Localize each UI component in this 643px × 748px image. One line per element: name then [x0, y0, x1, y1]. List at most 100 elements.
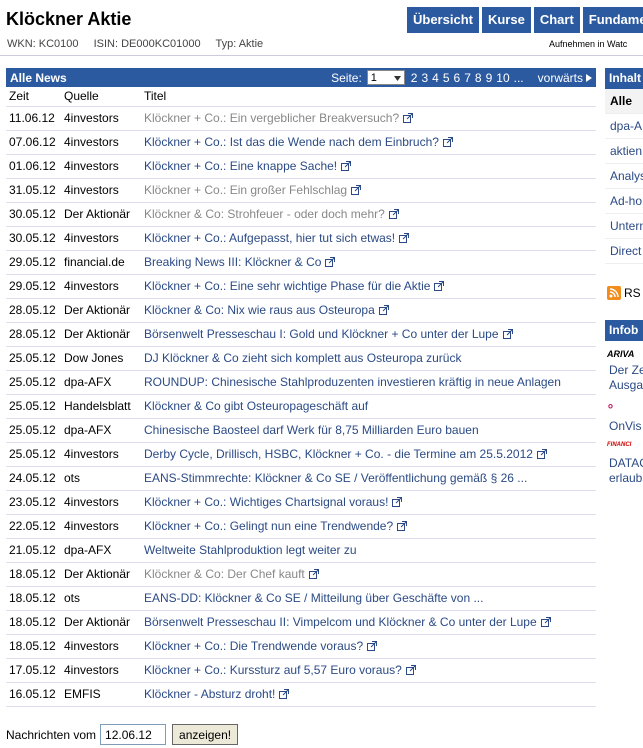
page-link[interactable]: 6: [454, 71, 461, 85]
news-row: 31.05.12 4investors Klöckner + Co.: Ein gr…: [6, 177, 596, 202]
add-to-watchlist-link[interactable]: Aufnehmen in Watc: [549, 39, 627, 49]
news-title-link[interactable]: Klöckner & Co: Der Chef kauft: [144, 567, 305, 581]
news-source: 4investors: [61, 633, 141, 658]
news-source: 4investors: [61, 489, 141, 514]
news-row: 11.06.12 4investors Klöckner + Co.: Ein ve…: [6, 105, 596, 130]
news-date: 25.05.12: [6, 369, 61, 394]
column-header-date: Zeit: [9, 89, 30, 104]
news-date: 30.05.12: [6, 201, 61, 226]
news-title-link[interactable]: Börsenwelt Presseschau I: Gold und Klöck…: [144, 327, 499, 341]
news-title-link[interactable]: DJ Klöckner & Co zieht sich komplett aus…: [144, 351, 461, 365]
infobox-text-1b[interactable]: Ausga: [605, 378, 643, 393]
date-filter-label: Nachrichten vom: [6, 727, 97, 742]
news-title-link[interactable]: EANS-DD: Klöckner & Co SE / Mitteilung ü…: [144, 591, 483, 605]
infobox-text-2[interactable]: OnVis: [605, 419, 643, 434]
page-link[interactable]: 5: [443, 71, 450, 85]
nav-quotes-button[interactable]: Kurse: [481, 7, 531, 33]
news-title-link[interactable]: Klöckner & Co gibt Osteuropageschäft auf: [144, 399, 368, 413]
rss-label: RS: [624, 286, 641, 300]
pager: Seite: 1 2 3 4 5 6 7 8 9 10... vorwärts: [331, 70, 592, 85]
sidebar-item-analysen[interactable]: Analys: [605, 164, 643, 189]
news-title-cell: Klöckner + Co.: Die Trendwende voraus?: [141, 633, 596, 658]
ariva-logo: ARIVA: [607, 349, 635, 359]
sidebar-item-directors[interactable]: Direct: [605, 239, 643, 264]
news-title-link[interactable]: Klöckner - Absturz droht!: [144, 687, 275, 701]
financial-logo: FINANCI: [607, 442, 632, 448]
news-title-link[interactable]: Chinesische Baosteel darf Werk für 8,75 …: [144, 423, 479, 437]
news-date: 24.05.12: [6, 465, 61, 490]
news-title-link[interactable]: Klöckner & Co: Strohfeuer - oder doch me…: [144, 207, 385, 221]
news-title-cell: Klöckner & Co: Nix wie raus aus Osteurop…: [141, 297, 596, 322]
news-row: 29.05.12 4investors Klöckner + Co.: Eine s…: [6, 273, 596, 298]
news-title-link[interactable]: Klöckner + Co.: Die Trendwende voraus?: [144, 639, 363, 653]
infobox-text-3a[interactable]: DATAC: [605, 456, 643, 471]
page-title: Klöckner Aktie: [6, 9, 132, 29]
external-link-icon: [540, 616, 551, 627]
news-title-link[interactable]: Börsenwelt Presseschau II: Vimpelcom und…: [144, 615, 537, 629]
page-link[interactable]: 2: [411, 71, 418, 85]
nav-fundamentals-button[interactable]: Fundamen: [582, 7, 643, 33]
news-title-link[interactable]: Klöckner + Co.: Eine knappe Sache!: [144, 159, 337, 173]
next-page-link[interactable]: vorwärts: [538, 71, 592, 85]
news-title-link[interactable]: Klöckner + Co.: Eine sehr wichtige Phase…: [144, 279, 430, 293]
news-title-link[interactable]: ROUNDUP: Chinesische Stahlproduzenten in…: [144, 375, 561, 389]
news-title-link[interactable]: Klöckner & Co: Nix wie raus aus Osteurop…: [144, 303, 375, 317]
news-title-cell: Klöckner + Co.: Aufgepasst, hier tut sic…: [141, 225, 596, 250]
news-header-bar: Alle News Seite: 1 2 3 4 5 6 7 8 9 10... vorwärt…: [6, 68, 596, 87]
news-title-link[interactable]: Klöckner + Co.: Wichtiges Chartsignal vo…: [144, 495, 388, 509]
news-source: ots: [61, 585, 141, 610]
news-row: 30.05.12 Der Aktionär Klöckner & Co: Stroh…: [6, 201, 596, 226]
news-title-link[interactable]: Klöckner + Co.: Aufgepasst, hier tut sic…: [144, 231, 395, 245]
news-row: 25.05.12 dpa-AFX ROUNDUP: Chinesische Stah…: [6, 369, 596, 394]
news-title-link[interactable]: EANS-Stimmrechte: Klöckner & Co SE / Ver…: [144, 471, 527, 485]
show-button[interactable]: anzeigen!: [172, 724, 239, 745]
news-date: 25.05.12: [6, 393, 61, 418]
news-title-cell: Klöckner + Co.: Gelingt nun eine Trendwe…: [141, 513, 596, 538]
news-title-link[interactable]: Weltweite Stahlproduktion legt weiter zu: [144, 543, 357, 557]
page-link[interactable]: ...: [514, 71, 524, 85]
news-row: 18.05.12 4investors Klöckner + Co.: Die Tr…: [6, 633, 596, 658]
page-links: 2 3 4 5 6 7 8 9 10...: [411, 71, 524, 85]
wkn: WKN: KC0100: [7, 38, 79, 50]
news-title-cell: Klöckner - Absturz droht!: [141, 681, 596, 707]
page-select[interactable]: 1: [366, 70, 405, 85]
news-date: 18.05.12: [6, 585, 61, 610]
news-title-link[interactable]: Klöckner + Co.: Gelingt nun eine Trendwe…: [144, 519, 393, 533]
page-link[interactable]: 7: [464, 71, 471, 85]
news-row: 23.05.12 4investors Klöckner + Co.: Wichti…: [6, 489, 596, 514]
sidebar-item-unternehmen[interactable]: Untern: [605, 214, 643, 239]
column-header-title: Titel: [144, 89, 167, 104]
news-title-link[interactable]: Klöckner + Co.: Ist das die Wende nach d…: [144, 135, 439, 149]
page-link[interactable]: 4: [432, 71, 439, 85]
infobox-text-3b[interactable]: erlaub: [605, 471, 643, 486]
sidebar-item-dpa[interactable]: dpa-A: [605, 114, 643, 139]
page-link[interactable]: 8: [475, 71, 482, 85]
external-link-icon: [405, 664, 416, 675]
news-source: 4investors: [61, 129, 141, 154]
page-link[interactable]: 10: [496, 71, 509, 85]
nav-overview-button[interactable]: Übersicht: [407, 7, 479, 33]
news-title-cell: Klöckner + Co.: Kurssturz auf 5,57 Euro …: [141, 657, 596, 682]
news-title-cell: Klöckner + Co.: Eine knappe Sache!: [141, 153, 596, 178]
news-title-link[interactable]: Derby Cycle, Drillisch, HSBC, Klöckner +…: [144, 447, 533, 461]
news-row: 25.05.12 Handelsblatt Klöckner & Co gibt O…: [6, 393, 596, 418]
infobox-text-1a[interactable]: Der Ze: [605, 363, 643, 378]
nav-chart-button[interactable]: Chart: [533, 7, 580, 33]
sidebar-item-aktien[interactable]: aktien: [605, 139, 643, 164]
infobox-heading: Infob: [605, 320, 643, 341]
news-row: 01.06.12 4investors Klöckner + Co.: Eine k…: [6, 153, 596, 178]
page-link[interactable]: 9: [486, 71, 493, 85]
page-link[interactable]: 3: [421, 71, 428, 85]
news-date: 17.05.12: [6, 657, 61, 682]
external-link-icon: [403, 112, 414, 123]
date-input[interactable]: 12.06.12: [100, 724, 167, 745]
news-title-link[interactable]: Klöckner + Co.: Ein großer Fehlschlag: [144, 183, 347, 197]
news-title-link[interactable]: Breaking News III: Klöckner & Co: [144, 255, 321, 269]
news-title-link[interactable]: Klöckner + Co.: Kurssturz auf 5,57 Euro …: [144, 663, 402, 677]
sidebar-item-adhoc[interactable]: Ad-ho: [605, 189, 643, 214]
news-row: 25.05.12 4investors Derby Cycle, Drillisch…: [6, 441, 596, 466]
news-title-link[interactable]: Klöckner + Co.: Ein vergeblicher Breakve…: [144, 111, 399, 125]
rss-link[interactable]: RS: [605, 284, 643, 302]
news-title-cell: EANS-Stimmrechte: Klöckner & Co SE / Ver…: [141, 465, 596, 490]
sidebar-item-all[interactable]: Alle: [605, 89, 643, 114]
